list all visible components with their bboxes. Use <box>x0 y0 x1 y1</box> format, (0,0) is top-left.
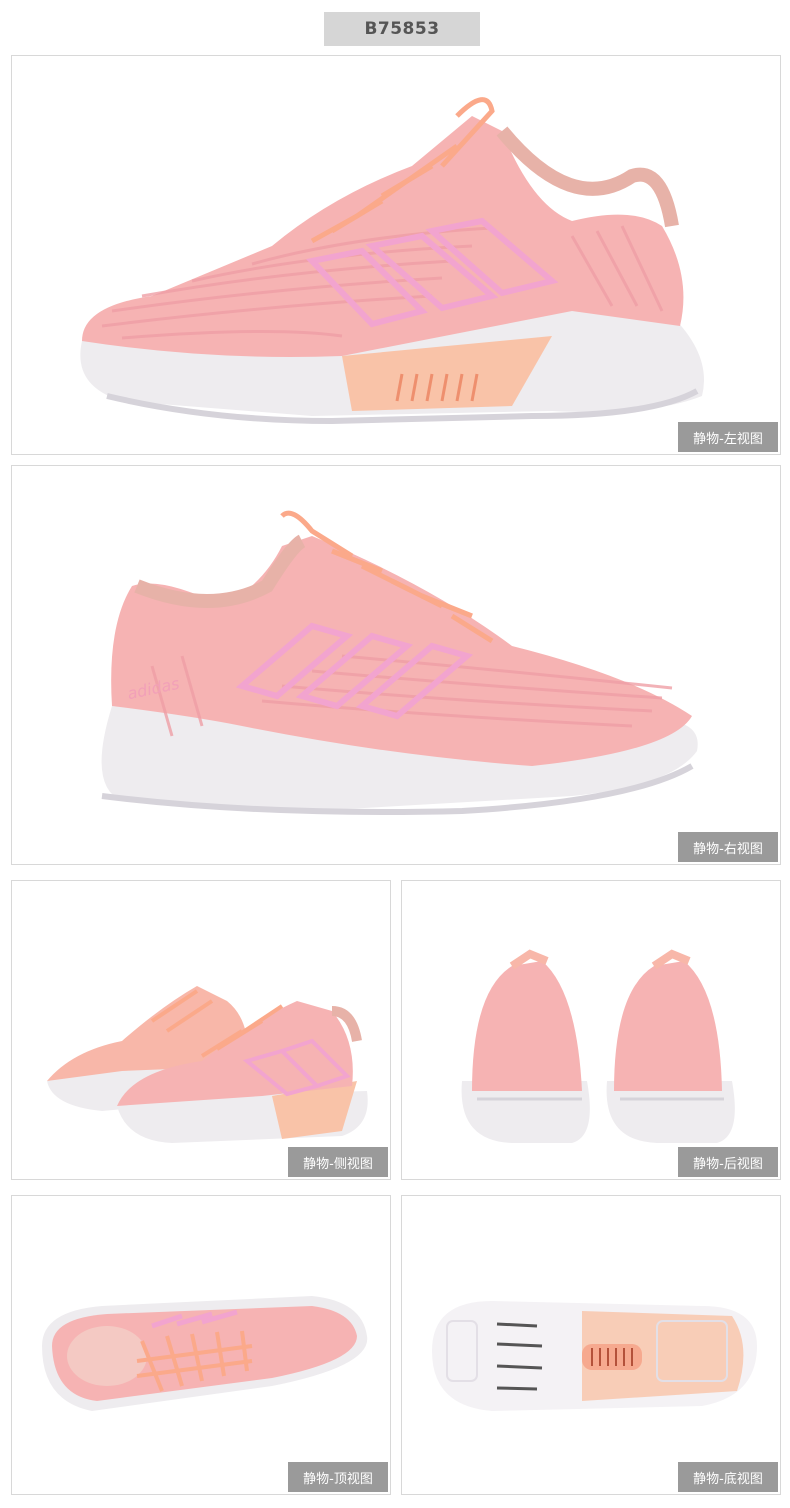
shoe-right-view-image <box>101 510 698 815</box>
caption-right-view: 静物-右视图 <box>678 832 778 862</box>
photo-panel-bottom-view: 静物-底视图 <box>401 1195 781 1495</box>
shoe-bottom-view-image <box>432 1301 757 1411</box>
shoe-back-view-image <box>461 949 735 1143</box>
shoe-side-view-image <box>47 986 368 1143</box>
caption-bottom-view: 静物-底视图 <box>678 1462 778 1492</box>
photo-panel-side-view: 静物-侧视图 <box>11 880 391 1180</box>
photo-panel-back-view: 静物-后视图 <box>401 880 781 1180</box>
photo-panel-right-view: adidas 静物-右视图 <box>11 465 781 865</box>
product-code-tag: B75853 <box>324 12 480 46</box>
shoe-left-view-image <box>80 97 705 425</box>
caption-back-view: 静物-后视图 <box>678 1147 778 1177</box>
caption-top-view: 静物-顶视图 <box>288 1462 388 1492</box>
caption-left-view: 静物-左视图 <box>678 422 778 452</box>
caption-side-view: 静物-侧视图 <box>288 1147 388 1177</box>
photo-panel-left-view: 静物-左视图 <box>11 55 781 455</box>
product-code: B75853 <box>364 19 440 39</box>
photo-panel-top-view: 静物-顶视图 <box>11 1195 391 1495</box>
shoe-top-view-image <box>42 1296 368 1411</box>
